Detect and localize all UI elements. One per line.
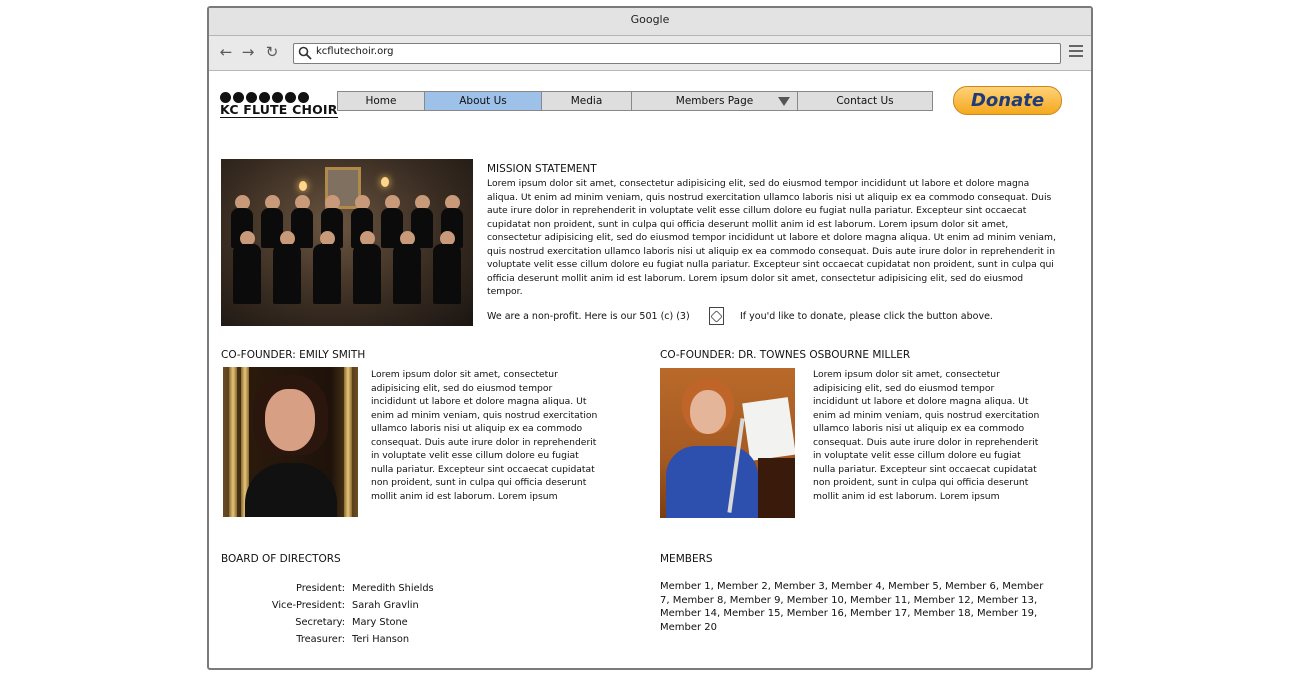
board-name: Teri Hanson [352, 634, 410, 645]
logo-text: KC FLUTE CHOIR [220, 102, 338, 118]
back-arrow-icon[interactable]: ← [217, 43, 235, 61]
members-list: Member 1, Member 2, Member 3, Member 4, … [660, 581, 1044, 633]
main-nav: Home About Us Media Members Page Contact… [337, 91, 933, 111]
members-title: MEMBERS [660, 553, 713, 565]
site-logo[interactable]: KC FLUTE CHOIR [220, 82, 338, 122]
nav-members-page[interactable]: Members Page [632, 92, 798, 110]
nav-contact-us[interactable]: Contact Us [798, 92, 932, 110]
forward-arrow-icon[interactable]: → [239, 43, 257, 61]
choir-group-photo [221, 159, 473, 326]
search-icon [298, 46, 312, 60]
board-role: President: [296, 583, 345, 594]
mission-body: Lorem ipsum dolor sit amet, consectetur … [487, 178, 1056, 297]
cofounder-2-bio: Lorem ipsum dolor sit amet, consectetur … [813, 369, 1040, 502]
board-list: President: Meredith Shields Vice-Preside… [221, 583, 521, 651]
nav-about-us-label: About Us [459, 95, 507, 107]
nav-media[interactable]: Media [542, 92, 632, 110]
nonprofit-text: We are a non-profit. Here is our 501 (c)… [487, 311, 690, 322]
cofounder-1-photo [223, 367, 358, 517]
nav-contact-us-label: Contact Us [836, 95, 894, 107]
board-role: Treasurer: [296, 634, 345, 645]
browser-toolbar: ← → ↻ kcflutechoir.org [209, 36, 1091, 71]
hamburger-menu-icon[interactable] [1069, 45, 1083, 59]
board-name: Sarah Gravlin [352, 600, 419, 611]
logo-notes-graphic [220, 88, 311, 103]
nav-members-page-label: Members Page [675, 95, 754, 107]
donate-button[interactable]: Donate [953, 86, 1062, 115]
board-row: Vice-President: Sarah Gravlin [221, 600, 521, 617]
window-title: Google [209, 8, 1091, 36]
board-row: Treasurer: Teri Hanson [221, 634, 521, 651]
board-row: Secretary: Mary Stone [221, 617, 521, 634]
mission-title: MISSION STATEMENT [487, 163, 597, 175]
browser-window: Google ← → ↻ kcflutechoir.org KC FLUTE C… [207, 6, 1093, 670]
board-role: Vice-President: [271, 600, 345, 611]
nav-media-label: Media [570, 95, 603, 107]
pdf-document-icon[interactable] [709, 307, 724, 325]
board-role: Secretary: [295, 617, 345, 628]
board-name: Mary Stone [352, 617, 408, 628]
reload-icon[interactable]: ↻ [263, 43, 281, 61]
nav-home[interactable]: Home [338, 92, 425, 110]
board-row: President: Meredith Shields [221, 583, 521, 600]
dropdown-triangle-icon[interactable] [778, 97, 790, 106]
nav-home-label: Home [365, 95, 397, 107]
board-name: Meredith Shields [352, 583, 434, 594]
page-content: KC FLUTE CHOIR Home About Us Media Membe… [209, 71, 1091, 668]
address-bar[interactable]: kcflutechoir.org [293, 43, 1061, 64]
donate-note: If you'd like to donate, please click th… [740, 311, 993, 322]
cofounder-1-bio: Lorem ipsum dolor sit amet, consectetur … [371, 369, 598, 502]
cofounder-1-title: CO-FOUNDER: EMILY SMITH [221, 349, 366, 361]
url-text: kcflutechoir.org [316, 46, 394, 57]
cofounder-2-photo [660, 368, 795, 518]
board-title: BOARD OF DIRECTORS [221, 553, 341, 565]
cofounder-2-title: CO-FOUNDER: DR. TOWNES OSBOURNE MILLER [660, 349, 911, 361]
nav-about-us[interactable]: About Us [425, 92, 542, 110]
